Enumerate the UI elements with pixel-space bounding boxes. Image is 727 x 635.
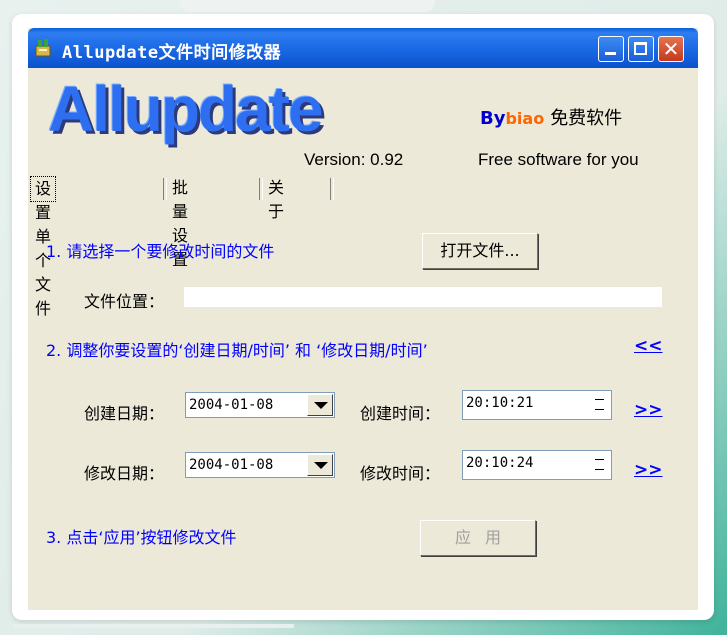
apply-button[interactable]: 应用 (420, 520, 536, 556)
chevron-down-icon (314, 462, 328, 469)
tab-batch[interactable]: 批量设置 (168, 176, 192, 269)
maximize-icon (634, 42, 647, 55)
created-time-spin[interactable] (588, 392, 610, 418)
tab-divider (330, 178, 334, 200)
copy-back-link[interactable]: << (634, 336, 663, 356)
window-title: Allupdate文件时间修改器 (62, 43, 282, 63)
modified-time-value: 20:10:24 (466, 455, 534, 471)
file-location-field[interactable] (184, 287, 662, 307)
app-logo: Allupdate (48, 73, 324, 145)
tab-single-file[interactable]: 设置单个文件 (30, 176, 57, 318)
created-time-label: 创建时间： (360, 404, 441, 423)
open-file-button[interactable]: 打开文件... (422, 233, 538, 269)
created-date-value: 2004-01-08 (189, 397, 274, 413)
freeware-label: 免费软件 (550, 108, 623, 129)
close-icon: ✕ (662, 37, 680, 61)
chevron-down-icon (314, 402, 328, 409)
maximize-button[interactable] (628, 36, 654, 62)
author-prefix: By (480, 108, 506, 129)
app-icon (35, 39, 51, 57)
tagline: Free software for you (478, 150, 639, 169)
created-apply-link[interactable]: >> (634, 400, 663, 420)
modified-time-spinner[interactable]: 20:10:24 (462, 450, 612, 480)
modified-date-label: 修改日期： (84, 464, 165, 483)
modified-date-value: 2004-01-08 (189, 457, 274, 473)
modified-date-picker[interactable]: 2004-01-08 (185, 452, 335, 478)
tab-divider (259, 178, 263, 200)
modified-time-label: 修改时间： (360, 464, 441, 483)
step3-label: 3. 点击‘应用’按钮修改文件 (46, 528, 237, 547)
modified-time-spin[interactable] (588, 452, 610, 478)
minimize-button[interactable] (598, 36, 624, 62)
created-date-label: 创建日期： (84, 404, 165, 423)
created-date-dropdown[interactable] (307, 394, 333, 416)
created-date-picker[interactable]: 2004-01-08 (185, 392, 335, 418)
background-strip-bottom (14, 624, 294, 628)
modified-apply-link[interactable]: >> (634, 460, 663, 480)
step1-label: 1. 请选择一个要修改时间的文件 (46, 242, 275, 261)
created-time-value: 20:10:21 (466, 395, 534, 411)
app-window: Allupdate文件时间修改器 ✕ Allupdate Version: 0.… (28, 28, 698, 610)
author-name: biao (505, 109, 545, 128)
spin-down-icon[interactable] (588, 465, 610, 478)
spin-up-icon[interactable] (588, 392, 610, 405)
version-label: Version: 0.92 (304, 150, 404, 169)
spin-up-icon[interactable] (588, 452, 610, 465)
minimize-icon (605, 52, 616, 55)
step2-label: 2. 调整你要设置的‘创建日期/时间’ 和 ‘修改日期/时间’ (46, 341, 428, 360)
created-time-spinner[interactable]: 20:10:21 (462, 390, 612, 420)
file-location-label: 文件位置： (84, 292, 165, 311)
close-button[interactable]: ✕ (658, 36, 684, 62)
tab-about[interactable]: 关 于 (264, 176, 288, 221)
title-bar[interactable]: Allupdate文件时间修改器 ✕ (28, 28, 698, 68)
modified-date-dropdown[interactable] (307, 454, 333, 476)
author-byline: Bybiao 免费软件 (480, 104, 622, 130)
background-strip (180, 0, 435, 12)
tab-divider (163, 178, 167, 200)
spin-down-icon[interactable] (588, 405, 610, 418)
